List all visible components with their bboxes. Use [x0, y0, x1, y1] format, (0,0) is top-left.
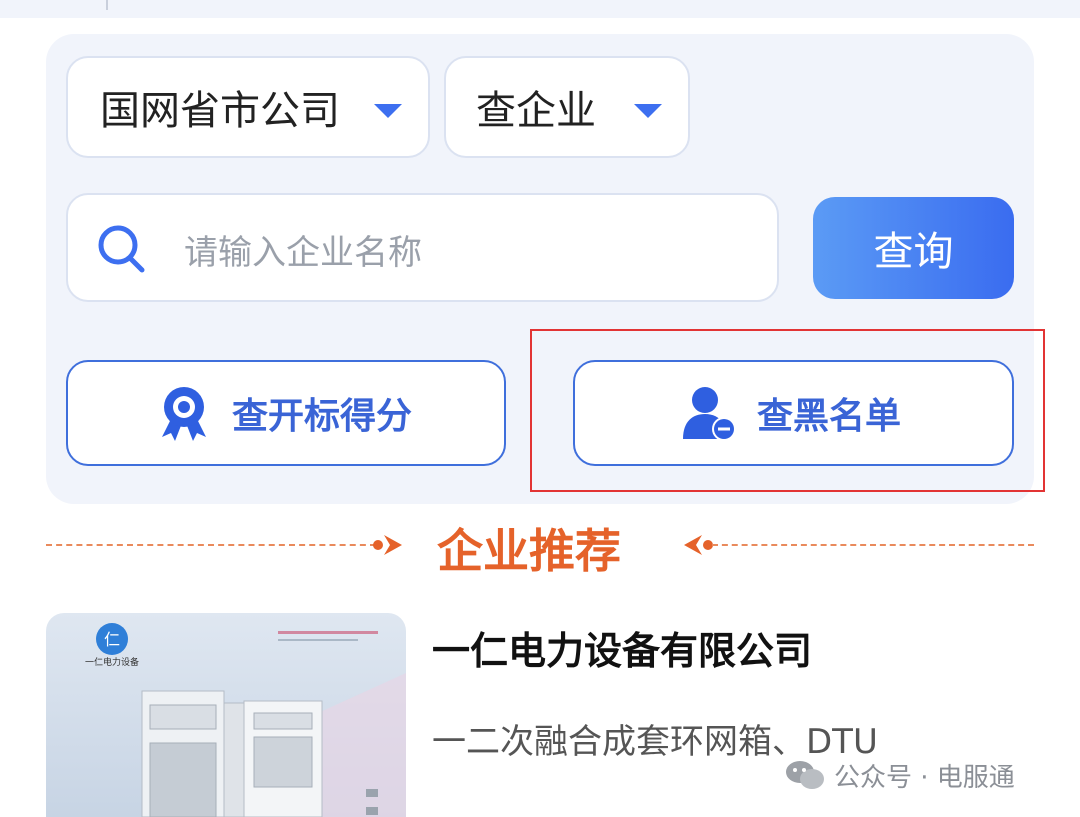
product-image: 仁 一仁电力设备: [85, 623, 406, 817]
caret-down-icon: [634, 104, 662, 118]
watermark: 公众号 · 电服通: [784, 755, 1015, 795]
bid-score-label: 查开标得分: [232, 396, 413, 437]
company-select-label: 国网省市公司: [100, 88, 340, 134]
search-placeholder: 请输入企业名称: [184, 233, 422, 273]
divider: [106, 0, 108, 10]
section-title: 企业推荐: [437, 524, 621, 578]
top-strip: [0, 0, 1080, 18]
section-divider-left: [46, 544, 376, 546]
query-button[interactable]: 查询: [813, 197, 1014, 299]
arrow-right-icon: [373, 535, 402, 555]
company-select[interactable]: 国网省市公司: [66, 56, 430, 158]
arrow-left-icon: [684, 535, 713, 555]
highlight-box: [530, 329, 1045, 492]
award-ribbon-icon: [162, 387, 206, 441]
watermark-text: 公众号 · 电服通: [834, 762, 1015, 793]
svg-text:一仁电力设备: 一仁电力设备: [85, 656, 139, 668]
company-thumbnail[interactable]: 仁 一仁电力设备: [46, 613, 406, 817]
caret-down-icon: [374, 104, 402, 118]
section-divider-right: [712, 544, 1034, 546]
query-type-select-label: 查企业: [476, 88, 596, 134]
query-type-select[interactable]: 查企业: [444, 56, 690, 158]
bid-score-button[interactable]: 查开标得分: [66, 360, 506, 466]
company-name[interactable]: 一仁电力设备有限公司: [432, 620, 812, 675]
search-icon: [98, 225, 145, 273]
svg-text:仁: 仁: [104, 630, 120, 649]
search-input[interactable]: 请输入企业名称: [66, 193, 779, 302]
wechat-icon: [786, 761, 824, 789]
